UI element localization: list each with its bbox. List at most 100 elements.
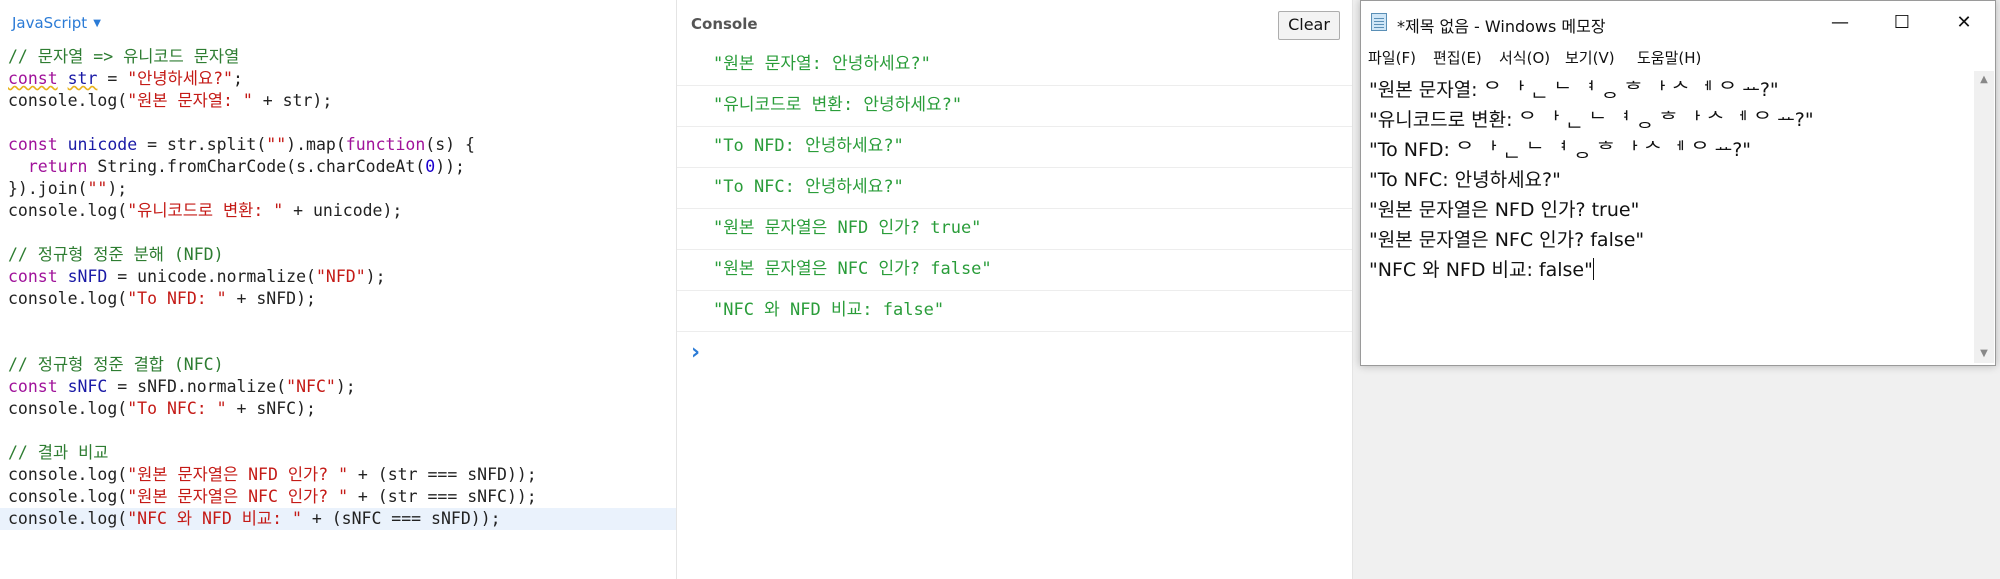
code-token: ); (335, 377, 356, 396)
code-line: const str = "안녕하세요?"; (8, 68, 676, 90)
code-token: const (8, 267, 58, 286)
code-area[interactable]: // 문자열 => 유니코드 문자열 const str = "안녕하세요?"; c… (0, 46, 676, 530)
chevron-right-icon[interactable]: › (691, 340, 700, 365)
console-entry: "원본 문자열은 NFD 인가? true" (677, 209, 1352, 250)
code-token: String.fromCharCode(s.charCodeAt( (87, 157, 426, 176)
notepad-window: *제목 없음 - Windows 메모장 — ☐ ✕ 파일(F) 편집(E) 서… (1360, 0, 1996, 366)
language-selector[interactable]: JavaScript ▼ (12, 14, 101, 32)
code-token: // 문자열 => 유니코드 문자열 (8, 47, 240, 66)
notepad-line: "To NFC: 안녕하세요?" (1369, 169, 1561, 191)
code-token: "NFC" (286, 377, 336, 396)
menu-format[interactable]: 서식(O) (1499, 47, 1550, 68)
code-token: return (27, 157, 88, 176)
code-token: str (67, 69, 98, 88)
notepad-line: "원본 문자열은 NFD 인가? true" (1369, 199, 1640, 221)
code-token: unicode (67, 135, 138, 154)
code-line: console.log("원본 문자열은 NFC 인가? " + (str ==… (8, 486, 676, 508)
console-entry: "원본 문자열은 NFC 인가? false" (677, 250, 1352, 291)
code-line: console.log("유니코드로 변환: " + unicode); (8, 200, 676, 222)
menu-file[interactable]: 파일(F) (1368, 47, 1416, 68)
notepad-menubar: 파일(F) 편집(E) 서식(O) 보기(V) 도움말(H) (1361, 45, 1995, 71)
window-title: *제목 없음 - Windows 메모장 (1397, 17, 1606, 36)
code-line: // 정규형 정준 분해 (NFD) (8, 244, 676, 266)
notepad-line: "원본 문자열은 NFC 인가? false" (1369, 229, 1645, 251)
console-entry: "To NFC: 안녕하세요?" (677, 168, 1352, 209)
code-token: ).map( (286, 135, 346, 154)
code-token: ; (232, 69, 243, 88)
console-entry: "유니코드로 변환: 안녕하세요?" (677, 86, 1352, 127)
code-token: "원본 문자열: " (127, 91, 253, 110)
code-token: (s) { (425, 135, 475, 154)
code-token: console.log( (8, 201, 128, 220)
code-token: = (97, 69, 128, 88)
code-token: + str); (252, 91, 333, 110)
code-token: function (345, 135, 426, 154)
code-token: "안녕하세요?" (127, 69, 233, 88)
notepad-titlebar[interactable]: *제목 없음 - Windows 메모장 — ☐ ✕ (1361, 1, 1995, 45)
code-token: + (str === sNFD)); (348, 465, 537, 484)
notepad-line: "유니코드로 변환: ᄋ ᅡ ᆫ ᄂ ᅧ ᆼ ᄒ ᅡ ᄉ ᅦ ᄋ ᅭ?" (1369, 109, 1814, 131)
code-token: 0 (425, 157, 436, 176)
code-editor-panel[interactable]: JavaScript ▼ // 문자열 => 유니코드 문자열 const str … (0, 0, 677, 579)
code-line: // 문자열 => 유니코드 문자열 (8, 46, 676, 68)
code-token: // 정규형 정준 결합 (NFC) (8, 355, 224, 374)
menu-help[interactable]: 도움말(H) (1637, 47, 1701, 68)
code-line: const unicode = str.split("").map(functi… (8, 134, 676, 156)
code-line: // 정규형 정준 결합 (NFC) (8, 354, 676, 376)
notepad-line: "NFC 와 NFD 비교: false" (1369, 255, 1594, 282)
code-token: const (8, 69, 58, 88)
code-token: "NFC 와 NFD 비교: " (127, 509, 302, 528)
clear-button[interactable]: Clear (1278, 11, 1340, 40)
console-title: Console (691, 15, 758, 33)
code-line: console.log("To NFD: " + sNFD); (8, 288, 676, 310)
code-line: const sNFD = unicode.normalize("NFD"); (8, 266, 676, 288)
code-token: )); (435, 157, 465, 176)
console-entry: "NFC 와 NFD 비교: false" (677, 291, 1352, 332)
code-token: = sNFD.normalize( (107, 377, 287, 396)
notepad-line: "To NFD: ᄋ ᅡ ᆫ ᄂ ᅧ ᆼ ᄒ ᅡ ᄉ ᅦ ᄋ ᅭ?" (1369, 139, 1752, 161)
minimize-button[interactable]: — (1809, 1, 1871, 45)
menu-view[interactable]: 보기(V) (1565, 47, 1615, 68)
code-line: return String.fromCharCode(s.charCodeAt(… (8, 156, 676, 178)
notepad-icon (1371, 13, 1387, 31)
console-panel: Console Clear "원본 문자열: 안녕하세요?" "유니코드로 변환:… (677, 0, 1353, 579)
caret-down-icon: ▼ (93, 18, 101, 29)
code-token: = unicode.normalize( (107, 267, 316, 286)
menu-edit[interactable]: 편집(E) (1433, 47, 1482, 68)
code-line: console.log("원본 문자열은 NFD 인가? " + (str ==… (8, 464, 676, 486)
code-token: "NFD" (315, 267, 366, 286)
language-label: JavaScript (12, 14, 88, 32)
text-cursor (1592, 258, 1594, 280)
code-line: const sNFC = sNFD.normalize("NFC"); (8, 376, 676, 398)
code-line: console.log("NFC 와 NFD 비교: " + (sNFC ===… (0, 508, 676, 530)
console-entry: "원본 문자열: 안녕하세요?" (677, 45, 1352, 86)
code-token: console.log( (8, 509, 128, 528)
code-line: }).join(""); (8, 178, 676, 200)
code-token: console.log( (8, 487, 128, 506)
code-token: + (str === sNFC)); (348, 487, 537, 506)
code-token: console.log( (8, 91, 128, 110)
notepad-text-area[interactable]: "원본 문자열: ᄋ ᅡ ᆫ ᄂ ᅧ ᆼ ᄒ ᅡ ᄉ ᅦ ᄋ ᅭ?" "유니코드… (1361, 71, 1973, 361)
code-token: "" (266, 135, 287, 154)
code-token: console.log( (8, 289, 128, 308)
code-token: "원본 문자열은 NFD 인가? " (127, 465, 348, 484)
code-line: console.log("원본 문자열: " + str); (8, 90, 676, 112)
code-line: console.log("To NFC: " + sNFC); (8, 398, 676, 420)
close-button[interactable]: ✕ (1933, 1, 1995, 45)
scroll-up-icon[interactable]: ▲ (1974, 71, 1994, 89)
code-token: sNFC (67, 377, 108, 396)
code-token: + (sNFC === sNFD)); (301, 509, 501, 528)
maximize-button[interactable]: ☐ (1871, 1, 1933, 45)
code-token: + sNFD); (226, 289, 316, 308)
code-token: + unicode); (283, 201, 403, 220)
scroll-down-icon[interactable]: ▼ (1974, 345, 1994, 363)
vertical-scrollbar[interactable]: ▲ ▼ (1974, 71, 1994, 363)
console-output-list: "원본 문자열: 안녕하세요?" "유니코드로 변환: 안녕하세요?" "To NF… (677, 45, 1352, 332)
